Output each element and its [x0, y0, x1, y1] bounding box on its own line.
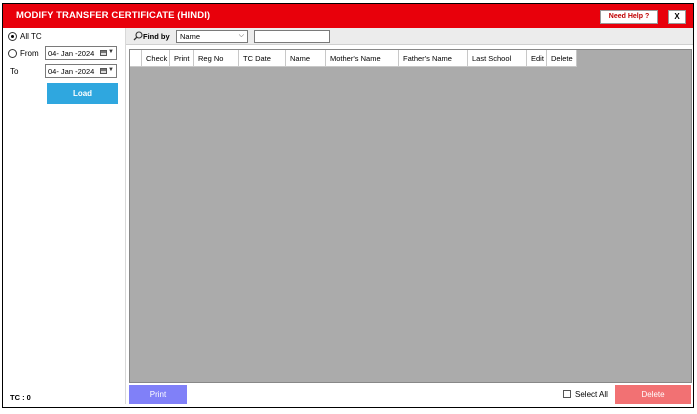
column-header-last-school[interactable]: Last School — [468, 50, 527, 67]
find-by-label: Find by — [143, 32, 170, 41]
all-tc-radio[interactable] — [8, 32, 17, 41]
calendar-icon — [100, 68, 107, 74]
select-all-checkbox[interactable] — [563, 390, 571, 398]
tc-grid[interactable]: Check Print Reg No TC Date Name Mother's… — [129, 49, 692, 383]
tc-count-label: TC : 0 — [10, 393, 31, 402]
column-header-mothers-name[interactable]: Mother's Name — [326, 50, 399, 67]
chevron-down-icon: ▼ — [108, 67, 114, 73]
need-help-button[interactable]: Need Help ? — [600, 10, 658, 24]
search-toolbar: Find by Name ⌵ — [126, 28, 693, 45]
column-header-delete[interactable]: Delete — [547, 50, 577, 67]
column-header-edit[interactable]: Edit — [527, 50, 547, 67]
column-header-check[interactable]: Check — [142, 50, 170, 67]
load-button[interactable]: Load — [47, 83, 118, 104]
search-input[interactable] — [254, 30, 330, 43]
find-by-select[interactable]: Name ⌵ — [176, 30, 248, 43]
to-label: To — [10, 67, 19, 76]
close-button[interactable]: X — [668, 10, 686, 24]
from-date-value: 04- Jan -2024 — [48, 49, 95, 58]
calendar-icon — [100, 50, 107, 56]
column-header-print[interactable]: Print — [170, 50, 194, 67]
print-button[interactable]: Print — [129, 385, 187, 404]
column-header-name[interactable]: Name — [286, 50, 326, 67]
title-bar: MODIFY TRANSFER CERTIFICATE (HINDI) Need… — [3, 4, 693, 28]
main-window: MODIFY TRANSFER CERTIFICATE (HINDI) Need… — [2, 3, 694, 408]
all-tc-label: All TC — [20, 32, 42, 41]
panel-divider — [125, 28, 126, 404]
chevron-down-icon: ⌵ — [238, 32, 244, 39]
chevron-down-icon: ▼ — [108, 49, 114, 55]
column-header-reg-no[interactable]: Reg No — [194, 50, 239, 67]
grid-header: Check Print Reg No TC Date Name Mother's… — [130, 50, 577, 67]
select-all-label[interactable]: Select All — [575, 390, 608, 399]
from-date-picker[interactable]: 04- Jan -2024 ▼ — [45, 46, 117, 60]
to-date-picker[interactable]: 04- Jan -2024 ▼ — [45, 64, 117, 78]
window-title: MODIFY TRANSFER CERTIFICATE (HINDI) — [16, 10, 211, 21]
column-header-fathers-name[interactable]: Father's Name — [399, 50, 468, 67]
find-by-value: Name — [180, 32, 201, 41]
from-radio[interactable] — [8, 49, 17, 58]
from-label: From — [20, 49, 39, 58]
column-header-tc-date[interactable]: TC Date — [239, 50, 286, 67]
delete-button[interactable]: Delete — [615, 385, 691, 404]
row-header-cell — [130, 50, 142, 67]
to-date-value: 04- Jan -2024 — [48, 67, 95, 76]
